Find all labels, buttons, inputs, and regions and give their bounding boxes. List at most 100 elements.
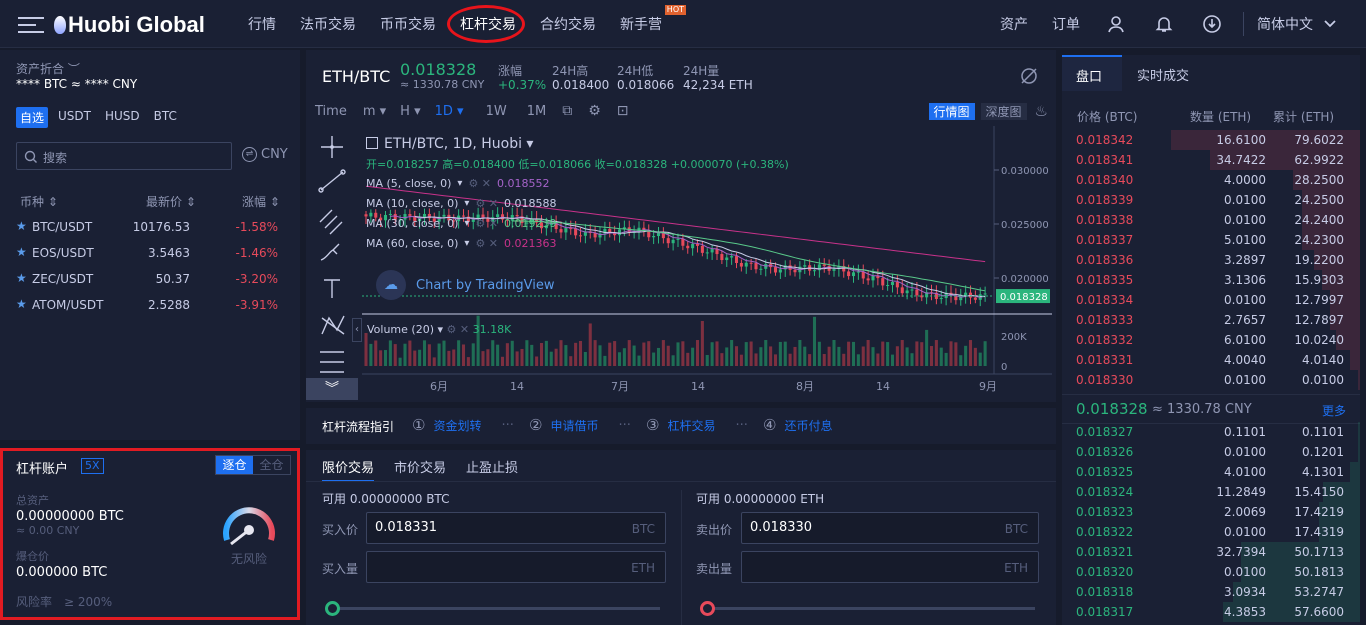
sell-slider-handle[interactable] [700,601,715,616]
col-price[interactable]: 最新价 ⇕ [146,193,196,210]
nav-market[interactable]: 行情 [248,14,276,34]
sell-price-input[interactable]: 0.018330 BTC [741,512,1039,544]
ma-legend-item[interactable]: MA (60, close, 0) ▾ ⚙ ✕ 0.021363 [366,237,557,250]
volume-bar [808,354,812,366]
chart-settings-icon[interactable] [1019,66,1039,86]
bid-row[interactable]: 0.018318 3.0934 53.2747 [1062,582,1360,602]
bid-row[interactable]: 0.018317 4.3853 57.6600 [1062,602,1360,622]
more-link[interactable]: 更多 [1322,402,1346,419]
language-select[interactable]: 简体中文 [1257,0,1337,48]
tab-trades[interactable]: 实时成交 [1137,65,1189,84]
market-row[interactable]: ★ ZEC/USDT 50.37 -3.20% [0,270,300,296]
tb-hour[interactable]: H ▾ [400,104,420,119]
tab-husd[interactable]: HUSD [101,107,144,128]
volume-bar [608,342,612,366]
tab-usdt[interactable]: USDT [54,107,95,128]
ask-row[interactable]: 0.018340 4.0000 28.2500 [1062,170,1360,190]
tab-book[interactable]: 盘口 [1062,55,1122,91]
ma-legend-item[interactable]: MA (30, close, 0) ▾ ⚙ ✕ 0.019239 [366,217,557,230]
nav-orders[interactable]: 订单 [1052,0,1080,48]
market-row[interactable]: ★ EOS/USDT 3.5463 -1.46% [0,244,300,270]
nav-assets[interactable]: 资产 [1000,0,1028,48]
ask-row[interactable]: 0.018336 3.2897 19.2200 [1062,250,1360,270]
star-icon[interactable]: ★ [16,271,27,285]
ask-row[interactable]: 0.018339 0.0100 24.2500 [1062,190,1360,210]
search-input[interactable]: 搜索 [16,142,232,170]
bid-row[interactable]: 0.018325 4.0100 4.1301 [1062,462,1360,482]
mode-isolated[interactable]: 逐仓 [216,456,253,474]
bell-icon[interactable] [1154,0,1174,48]
candle-body [915,289,919,296]
screenshot-icon[interactable]: ⊡ [617,103,629,119]
buy-qty-input[interactable]: ETH [366,551,666,583]
flame-icon[interactable]: ♨ [1035,102,1048,120]
buy-price-input[interactable]: 0.018331 BTC [366,512,666,544]
market-row[interactable]: ★ BTC/USDT 10176.53 -1.58% [0,218,300,244]
col-change[interactable]: 涨幅 ⇕ [242,193,280,210]
market-row[interactable]: ★ ATOM/USDT 2.5288 -3.91% [0,296,300,322]
user-icon[interactable] [1106,0,1126,48]
eye-hidden-icon[interactable]: ︶ [68,62,80,76]
ask-row[interactable]: 0.018342 16.6100 79.6022 [1062,130,1360,150]
bid-row[interactable]: 0.018324 11.2849 15.4150 [1062,482,1360,502]
tab-limit[interactable]: 限价交易 [322,457,375,482]
download-icon[interactable] [1202,0,1222,48]
ask-row[interactable]: 0.018338 0.0100 24.2400 [1062,210,1360,230]
sell-qty-input[interactable]: ETH [741,551,1039,583]
tab-btc[interactable]: BTC [150,107,181,128]
logo[interactable]: Huobi Global [18,12,205,38]
buy-sell-divider [681,490,682,625]
mode-cross[interactable]: 全仓 [253,456,290,474]
guide-step-2[interactable]: ② 申请借币 ··· [529,416,631,434]
guide-step-3[interactable]: ③ 杠杆交易 ··· [646,416,748,434]
tb-minute[interactable]: m ▾ [363,104,386,119]
tab-stop[interactable]: 止盈止损 [466,457,518,476]
tb-time[interactable]: Time [315,104,347,119]
ask-row[interactable]: 0.018333 2.7657 12.7897 [1062,310,1360,330]
collapse-panel-icon[interactable]: ‹ [352,318,362,342]
ma-legend-item[interactable]: MA (10, close, 0) ▾ ⚙ ✕ 0.018588 [366,197,557,210]
guide-step-4[interactable]: ④ 还币付息 [763,416,832,434]
indicator-icon[interactable]: ⧉ [562,103,572,119]
ma-legend-item[interactable]: MA (5, close, 0) ▾ ⚙ ✕ 0.018552 [366,177,550,190]
nav-exchange[interactable]: 币币交易 [380,14,436,34]
ask-row[interactable]: 0.018332 6.0100 10.0240 [1062,330,1360,350]
star-icon[interactable]: ★ [16,245,27,259]
ask-row[interactable]: 0.018330 0.0100 0.0100 [1062,370,1360,390]
star-icon[interactable]: ★ [16,297,27,311]
buy-slider[interactable] [332,607,660,610]
ask-row[interactable]: 0.018335 3.1306 15.9303 [1062,270,1360,290]
ask-row[interactable]: 0.018341 34.7422 62.9922 [1062,150,1360,170]
tab-market[interactable]: 市价交易 [394,457,446,476]
collapse-tools-icon[interactable]: ︾ [306,378,358,400]
bid-row[interactable]: 0.018327 0.1101 0.1101 [1062,422,1360,442]
tb-month[interactable]: 1M [527,104,547,119]
bid-row[interactable]: 0.018323 2.0069 17.4219 [1062,502,1360,522]
ask-row[interactable]: 0.018334 0.0100 12.7997 [1062,290,1360,310]
bid-row[interactable]: 0.018322 0.0100 17.4319 [1062,522,1360,542]
currency-toggle[interactable]: ⇌ CNY [242,147,288,162]
gear-icon[interactable]: ⚙ [588,103,601,119]
tb-day[interactable]: 1D ▾ [435,104,464,119]
nav-newbie[interactable]: 新手营 HOT [620,5,686,34]
nav-fiat[interactable]: 法币交易 [300,14,356,34]
guide-step-1[interactable]: ① 资金划转 ··· [412,416,514,434]
buy-slider-handle[interactable] [325,601,340,616]
bid-row[interactable]: 0.018320 0.0100 50.1813 [1062,562,1360,582]
margin-mode-toggle[interactable]: 逐仓 全仓 [215,455,291,475]
col-pair[interactable]: 币种 ⇕ [20,193,58,210]
sell-slider[interactable] [707,607,1035,610]
menu-icon[interactable] [18,16,44,34]
bid-row[interactable]: 0.018321 32.7394 50.1713 [1062,542,1360,562]
volume-bar [627,340,631,366]
tab-depth[interactable]: 深度图 [980,102,1027,120]
drawing-tool-icons[interactable] [316,130,350,400]
nav-contract[interactable]: 合约交易 [540,14,596,34]
ask-row[interactable]: 0.018331 4.0040 4.0140 [1062,350,1360,370]
star-icon[interactable]: ★ [16,219,27,233]
tab-kline[interactable]: 行情图 [928,102,975,120]
bid-row[interactable]: 0.018326 0.0100 0.1201 [1062,442,1360,462]
tab-favorites[interactable]: 自选 [16,107,49,128]
ask-row[interactable]: 0.018337 5.0100 24.2300 [1062,230,1360,250]
tb-week[interactable]: 1W [486,104,507,119]
